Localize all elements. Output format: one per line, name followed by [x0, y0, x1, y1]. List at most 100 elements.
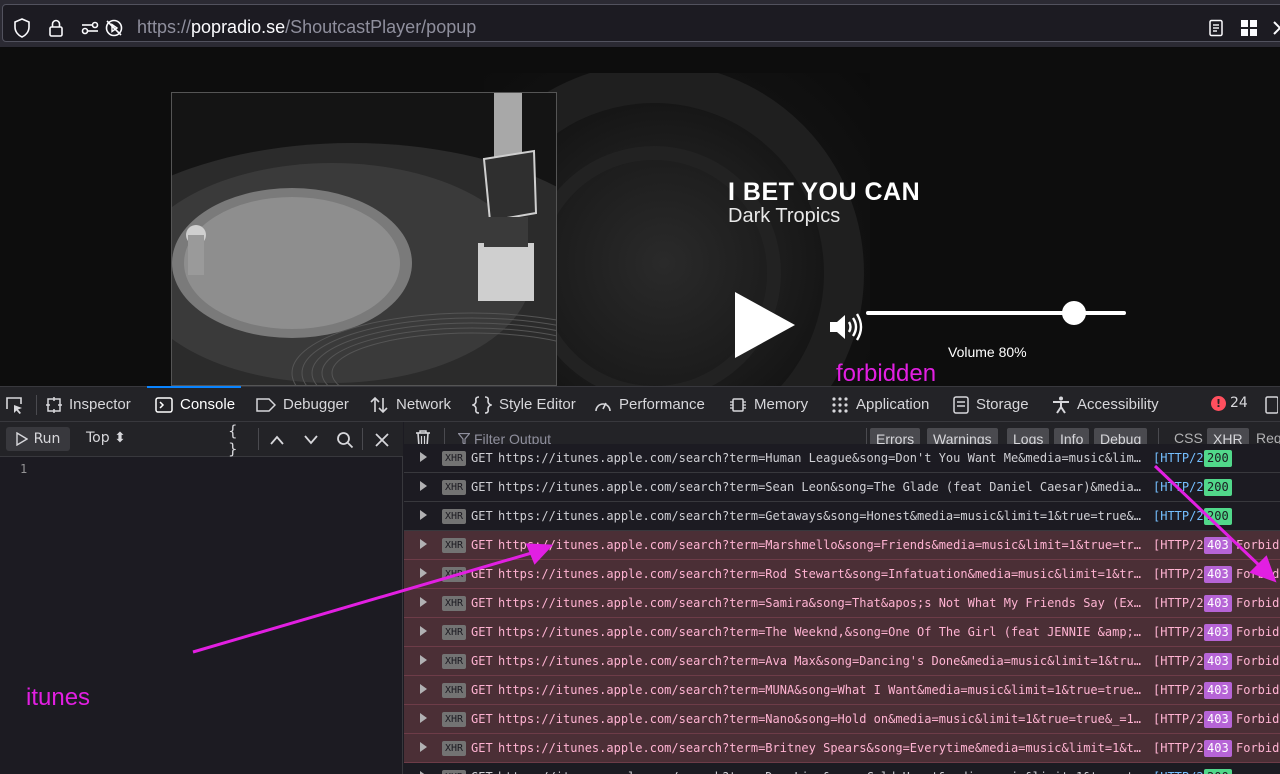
- radio-player-page: I BET YOU CAN Dark Tropics Volume 80% fo…: [0, 48, 1280, 386]
- expand-arrow-icon[interactable]: [420, 510, 427, 520]
- request-method: GET: [471, 770, 493, 774]
- address-field[interactable]: https://popradio.se/ShoutcastPlayer/popu…: [2, 4, 1280, 42]
- console-row[interactable]: XHR GET https://itunes.apple.com/search?te…: [404, 531, 1280, 560]
- status-code-badge: 403: [1204, 711, 1232, 728]
- console-row[interactable]: XHR GET https://itunes.apple.com/search?te…: [404, 618, 1280, 647]
- request-url[interactable]: https://itunes.apple.com/search?term=Dua…: [498, 770, 1148, 774]
- close-editor-button[interactable]: [371, 429, 393, 451]
- console-row[interactable]: XHR GET https://itunes.apple.com/search?te…: [404, 647, 1280, 676]
- volume-label: Volume 80%: [948, 344, 1027, 360]
- pretty-print-button[interactable]: { }: [228, 422, 250, 458]
- shield-icon[interactable]: [11, 17, 33, 39]
- status-code-badge: 403: [1204, 537, 1232, 554]
- responsive-design-icon[interactable]: [1264, 396, 1279, 418]
- request-url[interactable]: https://itunes.apple.com/search?term=Sea…: [498, 480, 1148, 494]
- autoplay-blocked-icon[interactable]: [103, 17, 125, 39]
- play-button[interactable]: [733, 290, 797, 360]
- console-row[interactable]: XHR GET https://itunes.apple.com/search?te…: [404, 444, 1280, 473]
- chevron-up-icon: [270, 435, 284, 445]
- tab-performance[interactable]: Performance: [594, 387, 705, 422]
- volume-slider-thumb[interactable]: [1062, 301, 1086, 325]
- request-url[interactable]: https://itunes.apple.com/search?term=MUN…: [498, 683, 1148, 697]
- status-text: Forbidden: [1236, 538, 1280, 552]
- console-row[interactable]: XHR GET https://itunes.apple.com/search?te…: [404, 734, 1280, 763]
- volume-slider[interactable]: [866, 301, 1126, 325]
- search-icon: [337, 432, 354, 449]
- console-row[interactable]: XHR GET https://itunes.apple.com/search?te…: [404, 676, 1280, 705]
- request-method: GET: [471, 712, 493, 726]
- console-row[interactable]: XHR GET https://itunes.apple.com/search?te…: [404, 763, 1280, 774]
- status-code-badge: 200: [1204, 769, 1232, 774]
- run-icon: [15, 432, 28, 446]
- console-row[interactable]: XHR GET https://itunes.apple.com/search?te…: [404, 705, 1280, 734]
- xhr-badge: XHR: [442, 654, 467, 669]
- console-row[interactable]: XHR GET https://itunes.apple.com/search?te…: [404, 560, 1280, 589]
- request-method: GET: [471, 538, 493, 552]
- tab-inspector[interactable]: Inspector: [46, 387, 131, 422]
- console-row[interactable]: XHR GET https://itunes.apple.com/search?te…: [404, 589, 1280, 618]
- extensions-grid-icon[interactable]: [1238, 17, 1260, 39]
- http-version: [HTTP/2: [1153, 654, 1204, 668]
- tab-network[interactable]: Network: [369, 387, 451, 422]
- expand-arrow-icon[interactable]: [420, 655, 427, 665]
- error-count-badge[interactable]: ! 24: [1211, 395, 1248, 411]
- url-text[interactable]: https://popradio.se/ShoutcastPlayer/popu…: [137, 17, 476, 38]
- expand-arrow-icon[interactable]: [420, 452, 427, 462]
- request-url[interactable]: https://itunes.apple.com/search?term=Hum…: [498, 451, 1148, 465]
- context-selector[interactable]: Top ⬍: [86, 430, 126, 446]
- tab-label: Console: [180, 396, 236, 413]
- request-url[interactable]: https://itunes.apple.com/search?term=Ava…: [498, 654, 1148, 668]
- expand-arrow-icon[interactable]: [420, 481, 427, 491]
- request-url[interactable]: https://itunes.apple.com/search?term=Rod…: [498, 567, 1148, 581]
- expand-arrow-icon[interactable]: [420, 597, 427, 607]
- http-version: [HTTP/2: [1153, 509, 1204, 523]
- tab-accessibility[interactable]: Accessibility: [1052, 387, 1159, 422]
- tab-memory[interactable]: Memory: [729, 387, 808, 422]
- expand-arrow-icon[interactable]: [420, 742, 427, 752]
- http-version: [HTTP/2: [1153, 625, 1204, 639]
- performance-icon: [594, 397, 612, 413]
- expand-arrow-icon[interactable]: [420, 684, 427, 694]
- http-version: [HTTP/2: [1153, 451, 1204, 465]
- expand-arrow-icon[interactable]: [420, 626, 427, 636]
- xhr-badge: XHR: [442, 538, 467, 553]
- permissions-icon[interactable]: [79, 17, 101, 39]
- console-row[interactable]: XHR GET https://itunes.apple.com/search?te…: [404, 502, 1280, 531]
- run-button[interactable]: Run: [6, 427, 70, 451]
- expand-arrow-icon[interactable]: [420, 539, 427, 549]
- history-up-button[interactable]: [266, 429, 288, 451]
- browser-window: https://popradio.se/ShoutcastPlayer/popu…: [0, 0, 1280, 774]
- request-url[interactable]: https://itunes.apple.com/search?term=Mar…: [498, 538, 1148, 552]
- expand-arrow-icon[interactable]: [420, 568, 427, 578]
- http-version: [HTTP/2: [1153, 538, 1204, 552]
- status-text: Forbidden: [1236, 741, 1280, 755]
- cross-icon[interactable]: [1269, 17, 1280, 39]
- expand-arrow-icon[interactable]: [420, 713, 427, 723]
- tab-debugger[interactable]: Debugger: [256, 387, 349, 422]
- error-icon: !: [1211, 395, 1226, 411]
- lock-icon[interactable]: [45, 17, 67, 39]
- error-count: 24: [1230, 395, 1248, 411]
- tab-label: Performance: [619, 396, 705, 413]
- request-url[interactable]: https://itunes.apple.com/search?term=Sam…: [498, 596, 1148, 610]
- tab-application[interactable]: Application: [831, 387, 929, 422]
- request-method: GET: [471, 480, 493, 494]
- element-picker-icon[interactable]: [4, 395, 24, 419]
- console-row[interactable]: XHR GET https://itunes.apple.com/search?te…: [404, 473, 1280, 502]
- tab-label: Style Editor: [499, 396, 576, 413]
- tab-console[interactable]: Console: [146, 386, 242, 422]
- reader-view-icon[interactable]: [1205, 17, 1227, 39]
- volume-icon[interactable]: [828, 312, 864, 342]
- request-url[interactable]: https://itunes.apple.com/search?term=Bri…: [498, 741, 1148, 755]
- xhr-badge: XHR: [442, 741, 467, 756]
- request-url[interactable]: https://itunes.apple.com/search?term=Get…: [498, 509, 1148, 523]
- history-down-button[interactable]: [300, 429, 322, 451]
- reverse-search-button[interactable]: [334, 429, 356, 451]
- tab-style-editor[interactable]: Style Editor: [472, 387, 576, 422]
- status-code-badge: 403: [1204, 682, 1232, 699]
- request-url[interactable]: https://itunes.apple.com/search?term=The…: [498, 625, 1148, 639]
- console-editor-pane: Run Top ⬍ { } 1 itunes: [0, 422, 403, 774]
- request-url[interactable]: https://itunes.apple.com/search?term=Nan…: [498, 712, 1148, 726]
- tab-storage[interactable]: Storage: [953, 387, 1029, 422]
- accessibility-icon: [1052, 396, 1070, 414]
